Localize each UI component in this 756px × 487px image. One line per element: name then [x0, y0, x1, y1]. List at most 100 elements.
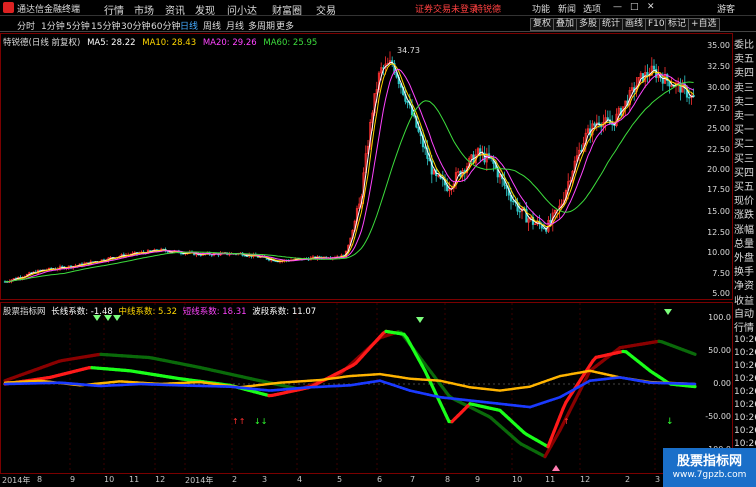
period-1min[interactable]: 1分钟: [41, 19, 65, 32]
price-tick: 10.00: [707, 248, 730, 257]
side-time: 10:26: [734, 400, 756, 410]
price-tick: 5.00: [712, 289, 730, 298]
side-field: 买二: [734, 139, 754, 151]
date-tick: 11: [545, 475, 556, 484]
indicator-legend: 股票指标网 长线系数: -1.48 中线系数: 5.32 短线系数: 18.31…: [3, 305, 316, 317]
side-control[interactable]: 行情: [734, 319, 756, 334]
minimize-icon[interactable]: —: [613, 2, 622, 12]
ma5-label: MA5: 28.22: [87, 38, 136, 48]
menu-zixun[interactable]: 资讯: [165, 2, 185, 17]
side-field: 卖五: [734, 54, 754, 66]
period-monthly[interactable]: 月线: [226, 19, 244, 32]
side-time: 10:26: [734, 374, 756, 384]
menu-bar: 通达信金融终端 行情 市场 资讯 发现 问小达 财富圈 交易 证券交易未登录 特…: [0, 0, 756, 17]
period-weekly[interactable]: 周线: [203, 19, 221, 32]
menu-jiaoyi[interactable]: 交易: [316, 2, 336, 17]
price-tick: 27.50: [707, 104, 730, 113]
indicator-tick: 100.0: [708, 313, 731, 322]
ma-legend: 特锐德(日线 前复权) MA5: 28.22 MA10: 28.43 MA20:…: [3, 36, 317, 48]
side-control[interactable]: 自动: [734, 305, 756, 320]
indicator-tick: 50.00: [708, 346, 731, 355]
side-field: 卖三: [734, 82, 754, 94]
side-field: 净资: [734, 281, 754, 293]
menu-wenxiaoda[interactable]: 问小达: [227, 2, 257, 17]
date-tick: 2: [232, 475, 238, 484]
side-field: 委比: [734, 40, 754, 51]
side-field: 买三: [734, 153, 754, 165]
login-alert[interactable]: 证券交易未登录: [415, 2, 478, 15]
guest-label[interactable]: 游客: [717, 2, 735, 15]
menu-gongneng[interactable]: 功能: [532, 2, 550, 15]
menu-xinwen[interactable]: 新闻: [558, 2, 576, 15]
price-panel: [0, 33, 733, 300]
date-tick: 10: [512, 475, 523, 484]
app-title: 通达信金融终端: [17, 5, 81, 15]
side-time: 10:26: [734, 387, 756, 397]
date-tick: 8: [37, 475, 43, 484]
stock-mode: (日线 前复权): [28, 38, 81, 48]
date-tick: 8: [445, 475, 451, 484]
date-tick: 12: [155, 475, 166, 484]
overlay-button[interactable]: 叠加: [553, 18, 578, 31]
date-tick: 2014年: [2, 476, 31, 485]
side-field: 换手: [734, 267, 754, 279]
period-30min[interactable]: 30分钟: [121, 19, 150, 32]
period-fenshi[interactable]: 分时: [17, 19, 35, 32]
ma10-label: MA10: 28.43: [142, 38, 197, 48]
watermark-title: 股票指标网: [676, 454, 742, 469]
menu-caifuquan[interactable]: 财富圈: [272, 2, 302, 17]
menu-shichang[interactable]: 市场: [134, 2, 154, 17]
app-logo-icon: [3, 2, 14, 13]
price-tick: 15.00: [707, 207, 730, 216]
ma60-label: MA60: 25.95: [263, 38, 318, 48]
period-daily[interactable]: 日线: [180, 19, 198, 32]
maximize-icon[interactable]: □: [630, 2, 639, 12]
peak-price-label: 34.73: [397, 46, 420, 55]
price-tick: 20.00: [707, 165, 730, 174]
short-coef-label: 短线系数: 18.31: [182, 307, 247, 317]
watermark-url: www.7gpzb.com: [672, 470, 747, 480]
draw-line-button[interactable]: 画线: [622, 18, 647, 31]
menu-hangqing[interactable]: 行情: [104, 2, 124, 17]
period-toolbar: 分时 1分钟 5分钟 15分钟 30分钟 60分钟 日线 周线 月线 多周期 更…: [0, 17, 756, 32]
indicator-tick: 0.00: [713, 379, 731, 388]
price-tick: 30.00: [707, 83, 730, 92]
menu-xuanxiang[interactable]: 选项: [583, 2, 601, 15]
date-tick: 2014年: [185, 476, 214, 485]
price-tick: 7.50: [712, 269, 730, 278]
side-field: 卖一: [734, 111, 754, 122]
user-tag[interactable]: 特锐德: [474, 2, 501, 15]
period-multi[interactable]: 多周期: [248, 19, 275, 32]
indicator-name: 股票指标网: [3, 307, 46, 317]
stats-button[interactable]: 统计: [599, 18, 624, 31]
date-tick: 12: [580, 475, 591, 484]
mark-button[interactable]: 标记: [665, 18, 690, 31]
long-coef-label: 长线系数: -1.48: [51, 307, 113, 317]
side-field: 买四: [734, 167, 754, 179]
indicator-panel: [0, 302, 733, 474]
period-60min[interactable]: 60分钟: [151, 19, 180, 32]
side-field: 卖二: [734, 96, 754, 108]
date-tick: 2: [625, 475, 631, 484]
side-field: 涨幅: [734, 224, 754, 236]
period-more[interactable]: 更多: [276, 19, 294, 32]
date-tick: 7: [410, 475, 416, 484]
multi-stock-button[interactable]: 多股: [576, 18, 601, 31]
fuquan-button[interactable]: 复权: [530, 18, 555, 31]
date-tick: 3: [655, 475, 661, 484]
site-watermark: 股票指标网 www.7gpzb.com: [663, 448, 756, 487]
price-tick: 17.50: [707, 185, 730, 194]
side-field: 现价: [734, 196, 754, 208]
date-tick: 9: [70, 475, 76, 484]
side-time: 10:26: [734, 426, 756, 436]
add-favorite-button[interactable]: +自选: [688, 18, 720, 31]
side-field: 总量: [734, 238, 754, 250]
date-tick: 11: [129, 475, 140, 484]
menu-faxian[interactable]: 发现: [195, 2, 215, 17]
period-15min[interactable]: 15分钟: [91, 19, 120, 32]
stock-name: 特锐德: [3, 38, 29, 48]
close-icon[interactable]: ✕: [647, 2, 655, 12]
indicator-tick: -50.00: [705, 412, 731, 421]
period-5min[interactable]: 5分钟: [66, 19, 90, 32]
side-time: 10:26: [734, 335, 756, 345]
